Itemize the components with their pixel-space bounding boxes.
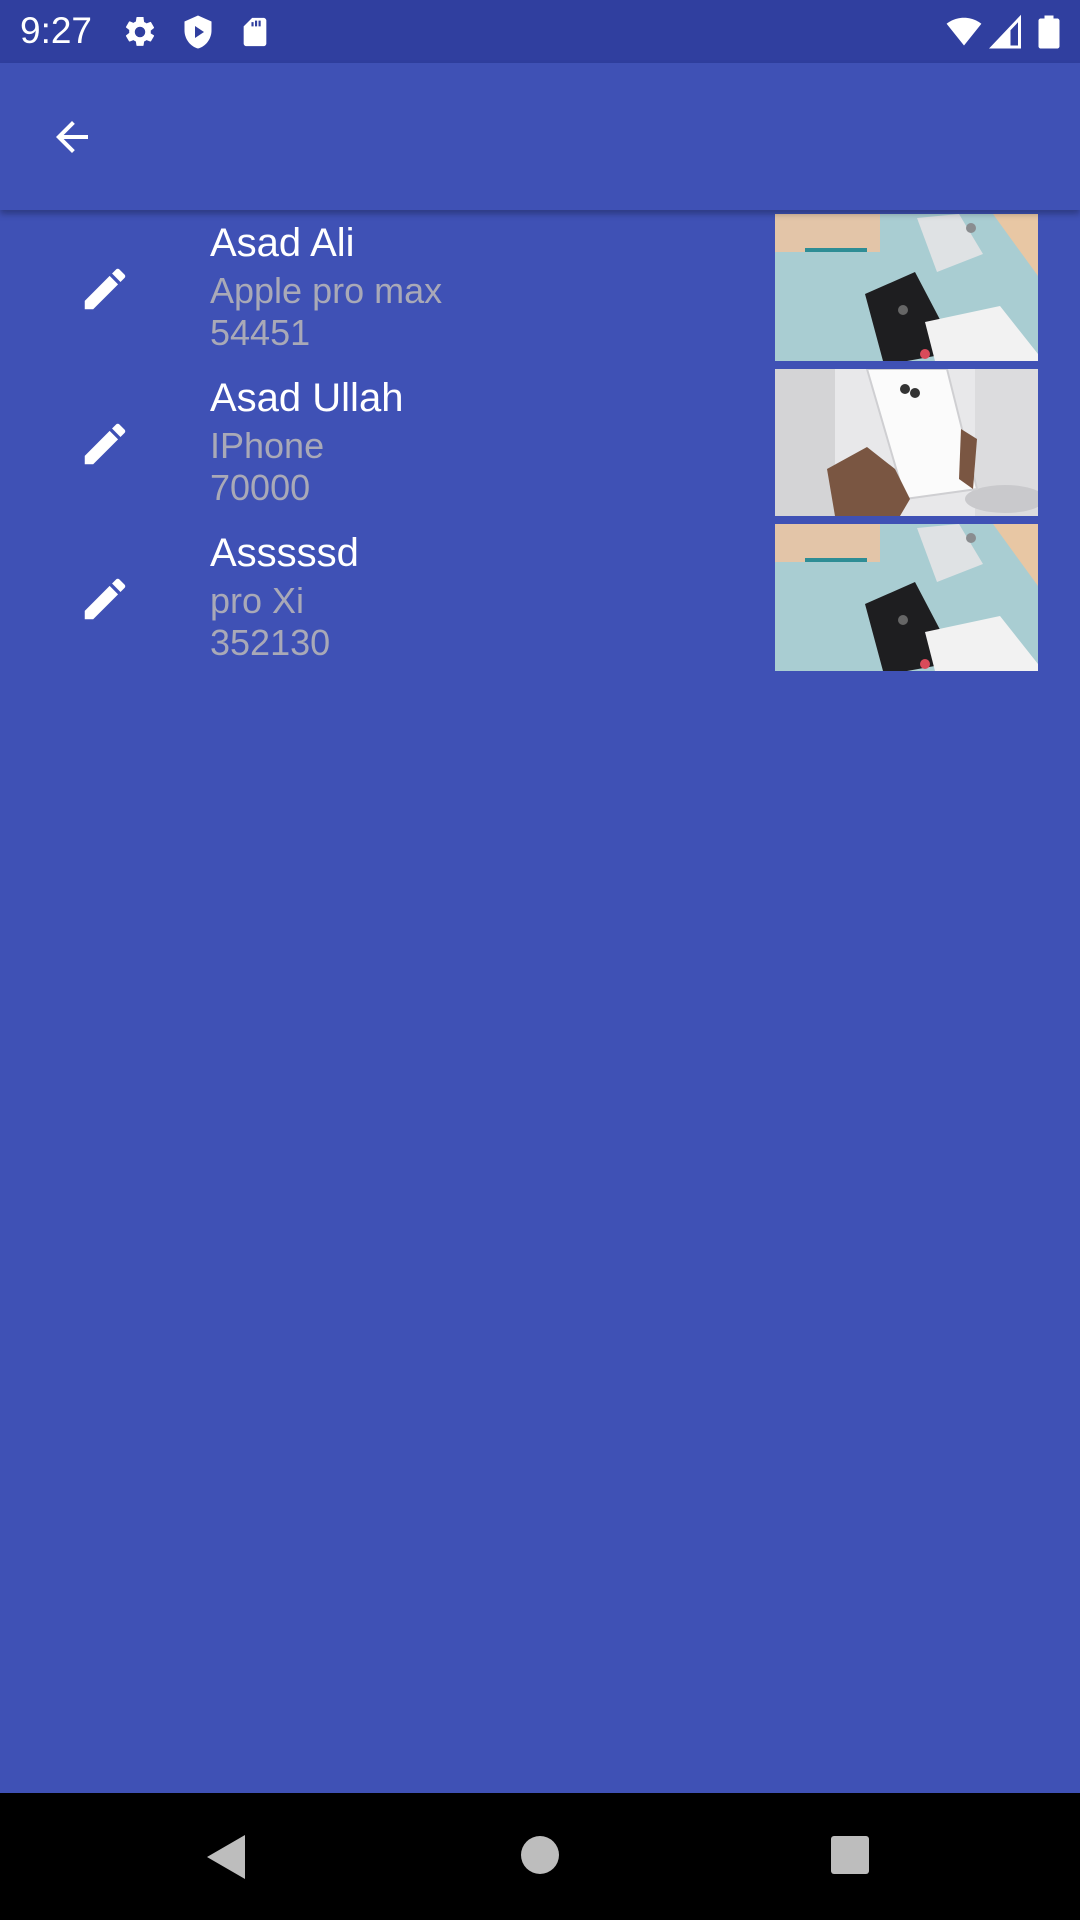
back-triangle-icon[interactable] (205, 1835, 247, 1879)
item-list: Asad Ali Apple pro max 54451 Asad Ullah … (0, 210, 1080, 675)
sd-card-icon (243, 17, 267, 47)
gear-icon (125, 16, 155, 46)
edit-pencil-icon[interactable] (78, 262, 132, 316)
item-image (775, 524, 1038, 671)
edit-pencil-icon[interactable] (78, 572, 132, 626)
arrow-back-icon (56, 121, 88, 153)
back-button[interactable] (42, 107, 102, 167)
item-price: 54451 (210, 312, 311, 353)
item-name: Asad Ali (210, 221, 355, 265)
item-price: 352130 (210, 622, 331, 663)
status-time: 9:27 (20, 10, 93, 51)
item-image (775, 214, 1038, 361)
list-item[interactable]: Asad Ullah IPhone 70000 (0, 365, 1080, 520)
navigation-bar (0, 1793, 1080, 1920)
item-model: IPhone (210, 425, 325, 466)
list-item[interactable]: Asad Ali Apple pro max 54451 (0, 210, 1080, 365)
item-model: pro Xi (210, 580, 305, 621)
signal-icon (989, 14, 1021, 49)
item-name: Asssssd (210, 531, 359, 575)
app-bar (0, 63, 1080, 210)
status-bar: 9:27 (0, 0, 1080, 63)
item-texts: Asad Ullah IPhone 70000 (210, 377, 403, 509)
list-item[interactable]: Asssssd pro Xi 352130 (0, 520, 1080, 675)
item-model: Apple pro max (210, 270, 443, 311)
battery-icon (1038, 15, 1060, 49)
item-name: Asad Ullah (210, 376, 404, 420)
item-texts: Asad Ali Apple pro max 54451 (210, 222, 442, 354)
item-texts: Asssssd pro Xi 352130 (210, 532, 359, 664)
shield-play-icon (184, 15, 212, 49)
wifi-icon (946, 17, 982, 46)
home-circle-icon[interactable] (520, 1835, 560, 1875)
recents-square-icon[interactable] (830, 1835, 870, 1875)
item-price: 70000 (210, 467, 311, 508)
item-image (775, 369, 1038, 516)
edit-pencil-icon[interactable] (78, 417, 132, 471)
